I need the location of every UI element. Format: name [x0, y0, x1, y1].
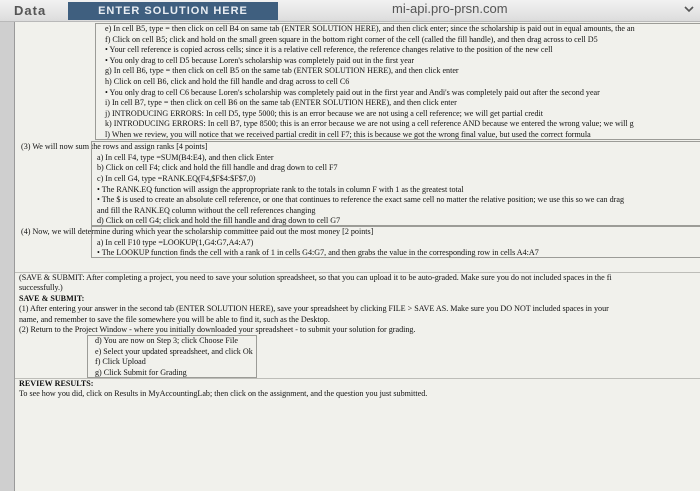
- instruction-line[interactable]: [15, 260, 700, 270]
- cell-range-outline: [91, 141, 700, 227]
- chevron-down-icon[interactable]: [683, 3, 695, 15]
- instruction-line[interactable]: (SAVE & SUBMIT: After completing a proje…: [15, 272, 700, 282]
- top-bar: Data ENTER SOLUTION HERE mi-api.pro-prsn…: [0, 0, 700, 22]
- instruction-line[interactable]: name, and remember to save the file some…: [15, 315, 700, 325]
- cell-range-outline: [95, 23, 700, 140]
- cell-range-outline: [87, 334, 257, 378]
- cell-range-outline: [91, 225, 700, 259]
- instruction-line[interactable]: To see how you did, click on Results in …: [15, 389, 700, 399]
- instruction-line[interactable]: successfully.): [15, 283, 700, 293]
- url-fragment: mi-api.pro-prsn.com: [392, 1, 508, 16]
- instruction-line[interactable]: REVIEW RESULTS:: [15, 378, 700, 388]
- spreadsheet-area: e) In cell B5, type = then click on cell…: [14, 22, 700, 491]
- instruction-line[interactable]: (1) After entering your answer in the se…: [15, 304, 700, 314]
- sheet-tab-data[interactable]: Data: [14, 3, 46, 18]
- instruction-line[interactable]: (2) Return to the Project Window - where…: [15, 325, 700, 335]
- instruction-line[interactable]: SAVE & SUBMIT:: [15, 294, 700, 304]
- solution-header-band: ENTER SOLUTION HERE: [68, 2, 278, 20]
